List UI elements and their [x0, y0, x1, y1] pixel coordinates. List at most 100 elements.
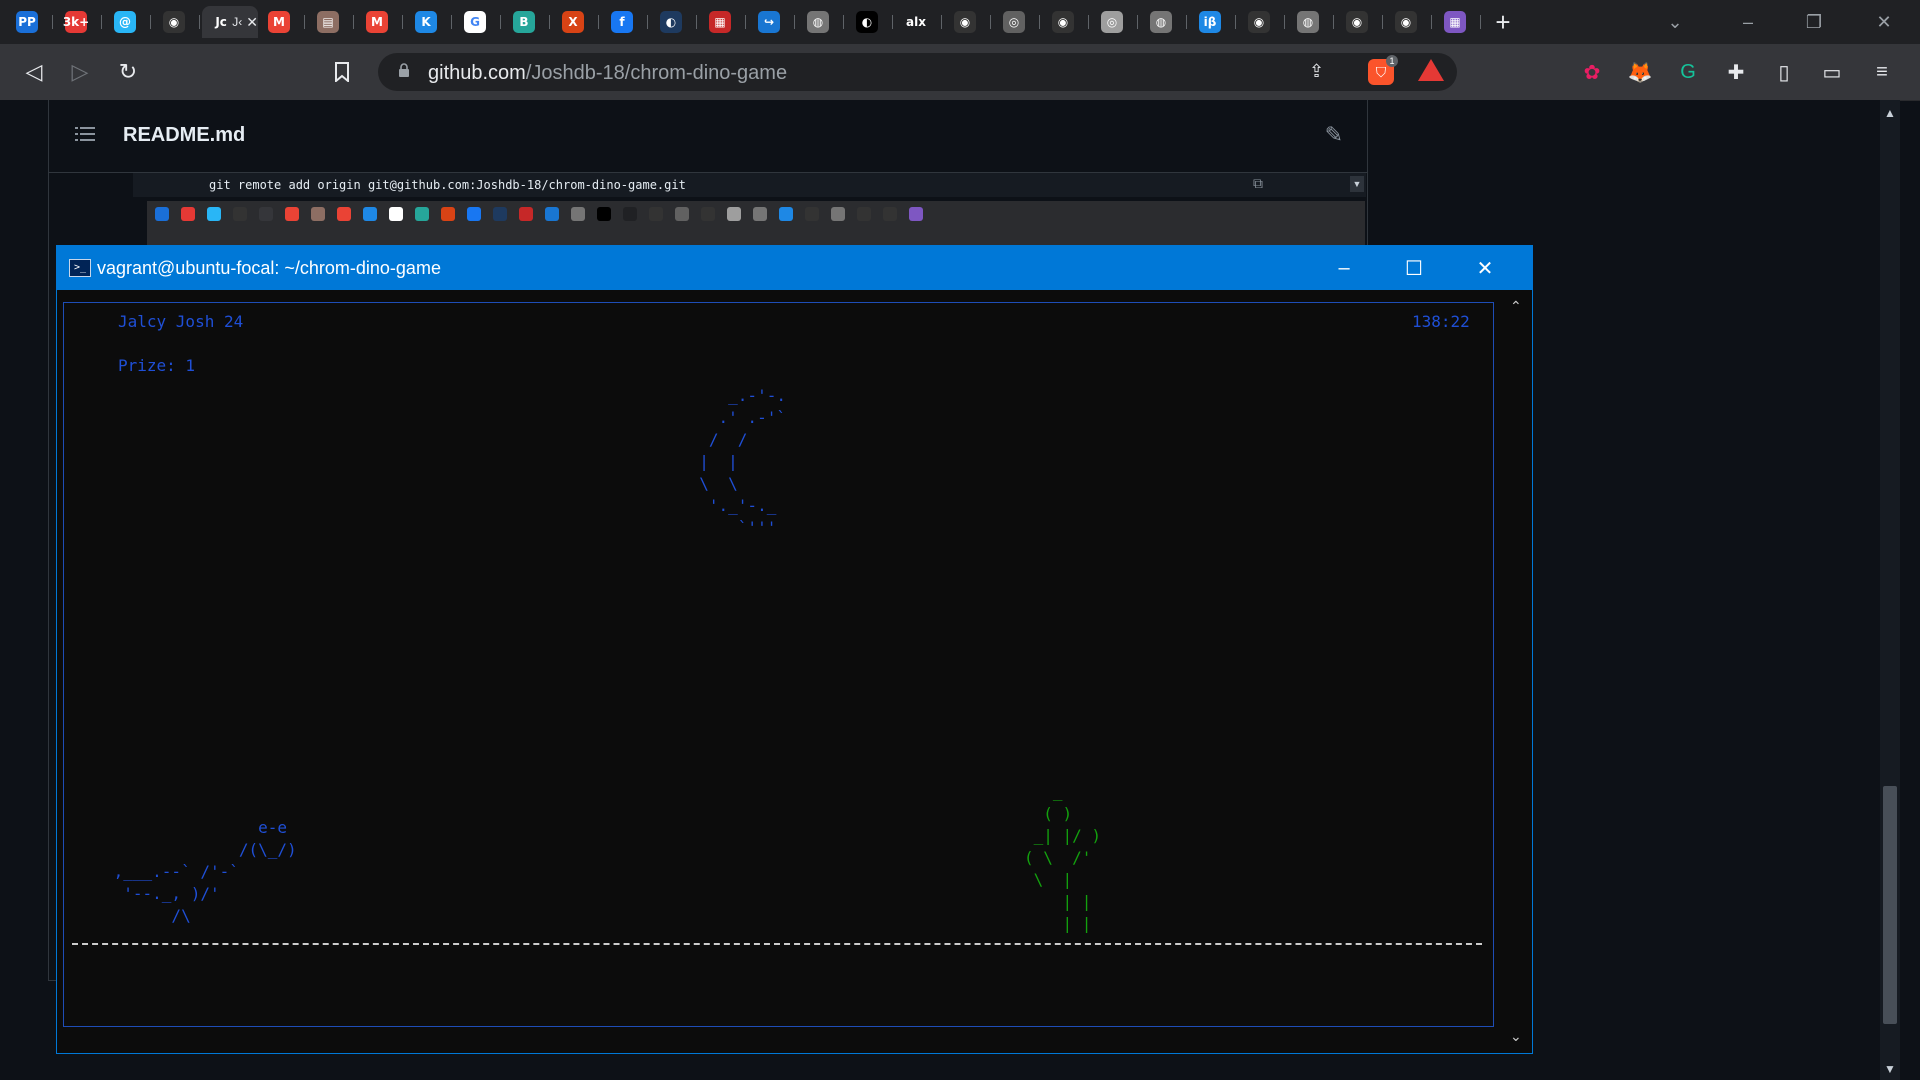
scroll-down-arrow-icon[interactable]: ▼ — [1884, 1062, 1896, 1076]
back-arrow-icon: ◁ — [25, 59, 43, 84]
tab-separator — [304, 15, 305, 29]
browser-tab[interactable]: ◐ — [846, 6, 895, 38]
mini-github-icon — [883, 207, 897, 221]
brave-rewards-icon[interactable] — [1418, 59, 1444, 81]
restore-button[interactable]: ❐ — [1786, 0, 1842, 44]
browser-tab[interactable]: ◉ — [1385, 6, 1434, 38]
bookmark-button[interactable] — [326, 56, 358, 88]
facebook-icon: f — [611, 11, 633, 33]
scroll-up-arrow-icon[interactable]: ▲ — [1884, 106, 1896, 120]
outline-list-icon[interactable] — [75, 126, 95, 142]
copy-icon[interactable]: ⧉ — [1253, 175, 1263, 192]
github-icon: ◉ — [1248, 11, 1270, 33]
mini-x-icon — [441, 207, 455, 221]
mini-b-icon — [415, 207, 429, 221]
tab-strip: PP 3k+ @ ◉ Jc J‹ ✕ M ▤ M K G B Xf ◐ ▦ ↪ ◍ ◐ alx ◉ ◎ ◉ ◎ ◍ iβ ◉ ◍ ◉ ◉ ▦… — [6, 6, 1523, 38]
page-scrollbar[interactable]: ▲ ▼ — [1880, 100, 1900, 1080]
forward-button[interactable]: ▷ — [64, 56, 96, 88]
browser-tab[interactable]: ◍ — [797, 6, 846, 38]
browser-tab[interactable]: ◉ — [1336, 6, 1385, 38]
browser-tab[interactable]: f — [601, 6, 650, 38]
browser-tab[interactable]: Jc J‹ ✕ — [202, 6, 258, 38]
url-text: github.com/Joshdb-18/chrom-dino-game — [428, 62, 787, 85]
edit-pencil-icon[interactable]: ✎ — [1325, 122, 1343, 148]
tab-search-button[interactable]: ⌄ — [1650, 0, 1700, 44]
share-icon[interactable]: ⇪ — [1309, 61, 1324, 82]
tab-separator — [1088, 15, 1089, 29]
player-name: Jalcy Josh 24 — [118, 312, 244, 331]
tab-separator — [1235, 15, 1236, 29]
grid-icon: ▦ — [1444, 11, 1466, 33]
mini-blue-bird-icon — [207, 207, 221, 221]
browser-tab[interactable]: X — [552, 6, 601, 38]
extensions-puzzle-icon[interactable]: ✚ — [1720, 56, 1752, 88]
github-icon: ◉ — [163, 11, 185, 33]
browser-tab[interactable]: G — [454, 6, 503, 38]
browser-tab[interactable]: ◍ — [1287, 6, 1336, 38]
color-extension-icon[interactable]: ✿ — [1576, 56, 1608, 88]
metamask-icon[interactable]: 🦊 — [1624, 56, 1656, 88]
browser-tab[interactable]: ◎ — [1091, 6, 1140, 38]
minimize-button[interactable]: – — [1720, 0, 1776, 44]
tab-separator — [843, 15, 844, 29]
terminal-close-button[interactable]: ✕ — [1450, 246, 1520, 290]
scroll-down-icon[interactable]: ▼ — [1350, 176, 1364, 192]
browser-tab[interactable]: ↪ — [748, 6, 797, 38]
close-button[interactable]: ✕ — [1856, 0, 1912, 44]
address-bar[interactable]: github.com/Joshdb-18/chrom-dino-game ⇪ ⛉… — [378, 53, 1457, 91]
sidebar-toggle-icon[interactable]: ▯ — [1768, 56, 1800, 88]
moon-ascii-art: _.-'-. .' .-'` / / | | \ \ '._'-._ `''' — [699, 386, 786, 537]
scrollbar-thumb[interactable] — [1883, 786, 1897, 1024]
browser-tab[interactable]: 3k+ — [55, 6, 104, 38]
browser-tab[interactable]: PP — [6, 6, 55, 38]
minimize-icon: – — [1742, 11, 1753, 32]
tab-close-icon[interactable]: ✕ — [246, 14, 258, 31]
browser-tab[interactable]: ◉ — [1042, 6, 1091, 38]
tab-separator — [1039, 15, 1040, 29]
browser-tab[interactable]: ◉ — [153, 6, 202, 38]
nested-browser-screenshot — [147, 201, 1365, 247]
browser-toolbar: ◁ ▷ ↻ github.com/Joshdb-18/chrom-dino-ga… — [0, 44, 1920, 101]
github-icon: ◉ — [954, 11, 976, 33]
browser-tab[interactable]: ▤ — [307, 6, 356, 38]
browser-tab[interactable]: K — [405, 6, 454, 38]
terminal-minimize-button[interactable]: – — [1309, 246, 1379, 290]
browser-tab[interactable]: iβ — [1189, 6, 1238, 38]
back-button[interactable]: ◁ — [18, 56, 50, 88]
dino-ascii-art: e-e /(\_/) ,___.--` /'-` '--._, )/' /\ — [113, 818, 297, 925]
bookmark-icon — [335, 62, 349, 82]
wallet-icon[interactable]: ▭ — [1816, 56, 1848, 88]
new-tab-button[interactable]: + — [1483, 6, 1523, 38]
ground-line — [72, 943, 1482, 945]
browser-tab[interactable]: @ — [104, 6, 153, 38]
cactus-ascii-art: _ ( ) _| |/ ) ( \ /' \ | | | | | — [1024, 782, 1102, 933]
tab-separator — [150, 15, 151, 29]
browser-tab[interactable]: ▦ — [1434, 6, 1483, 38]
tab-separator — [794, 15, 795, 29]
browser-tab[interactable]: ◐ — [650, 6, 699, 38]
terminal-title-bar[interactable]: >_ vagrant@ubuntu-focal: ~/chrom-dino-ga… — [57, 246, 1532, 290]
browser-tab[interactable]: ◉ — [944, 6, 993, 38]
browser-tab[interactable]: alx — [895, 6, 944, 38]
chevron-up-icon[interactable]: ⌃ — [1510, 298, 1522, 315]
github-icon: ◉ — [1395, 11, 1417, 33]
terminal-maximize-button[interactable]: ☐ — [1379, 246, 1449, 290]
mini-globe-icon — [571, 207, 585, 221]
browser-tab[interactable]: ▦ — [699, 6, 748, 38]
mini-google-icon — [389, 207, 403, 221]
browser-tab[interactable]: M — [356, 6, 405, 38]
globe-icon: ◍ — [1297, 11, 1319, 33]
browser-tab[interactable]: ◉ — [1238, 6, 1287, 38]
browser-tab[interactable]: B — [503, 6, 552, 38]
tab-separator — [941, 15, 942, 29]
menu-icon[interactable]: ≡ — [1866, 56, 1898, 88]
reload-button[interactable]: ↻ — [112, 56, 144, 88]
grammarly-icon[interactable]: G — [1672, 56, 1704, 88]
browser-tab[interactable]: ◍ — [1140, 6, 1189, 38]
mini-red-box-icon — [519, 207, 533, 221]
browser-tab[interactable]: M — [258, 6, 307, 38]
mini-badge-3k-icon — [181, 207, 195, 221]
terminal-scrollbar[interactable]: ⌃ ⌄ — [1502, 290, 1532, 1053]
chevron-down-icon[interactable]: ⌄ — [1510, 1028, 1522, 1045]
browser-tab[interactable]: ◎ — [993, 6, 1042, 38]
